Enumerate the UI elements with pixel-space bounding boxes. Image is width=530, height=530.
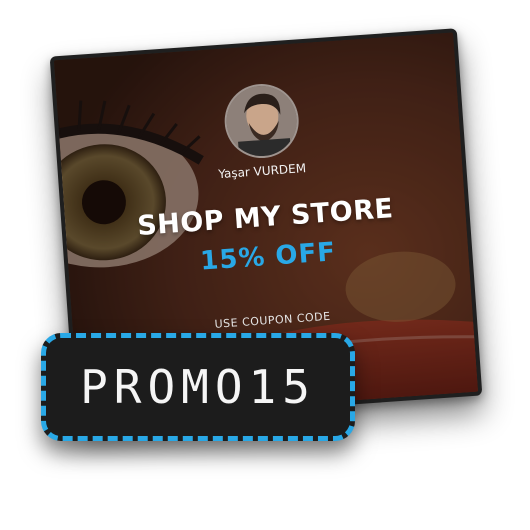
avatar-photo-icon (224, 83, 300, 159)
coupon-code: PROMO15 (80, 360, 316, 414)
coupon-code-badge[interactable]: PROMO15 (41, 333, 355, 441)
avatar[interactable] (222, 81, 302, 161)
